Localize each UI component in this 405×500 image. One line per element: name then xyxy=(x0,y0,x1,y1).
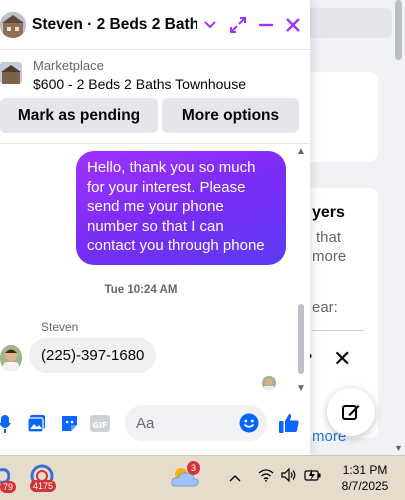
close-icon[interactable]: ✕ xyxy=(333,346,351,372)
background-text-line: that xyxy=(316,229,342,246)
gif-icon[interactable]: GIF xyxy=(90,414,110,433)
messages-scrollbar[interactable]: ▲ ▼ xyxy=(294,146,308,394)
chat-window: Steven · 2 Beds 2 Bath... Marketplace $6… xyxy=(0,0,310,455)
scrollbar-thumb[interactable] xyxy=(298,304,304,374)
scrollbar-thumb[interactable] xyxy=(395,0,402,60)
message-composer: GIF Aa xyxy=(0,400,310,448)
page-scrollbar[interactable]: ▼ xyxy=(392,0,405,455)
app-badge: 79 xyxy=(0,481,17,493)
message-input[interactable]: Aa xyxy=(125,405,267,441)
message-input-placeholder: Aa xyxy=(136,415,155,432)
chat-title[interactable]: Steven · 2 Beds 2 Bath... xyxy=(32,16,197,34)
background-heading: yers xyxy=(312,204,345,221)
weather-badge: 3 xyxy=(187,461,201,475)
background-card xyxy=(300,72,378,162)
volume-icon[interactable] xyxy=(281,467,297,487)
sender-avatar[interactable] xyxy=(0,345,22,371)
more-options-button[interactable]: More options xyxy=(162,98,299,133)
outgoing-message[interactable]: Hello, thank you so much for your intere… xyxy=(76,151,286,265)
listing-avatar xyxy=(0,11,26,38)
new-message-button[interactable] xyxy=(327,388,375,436)
clock-time: 1:31 PM xyxy=(342,463,388,477)
wifi-icon[interactable] xyxy=(258,468,274,487)
sender-name: Steven xyxy=(41,320,79,334)
svg-text:GIF: GIF xyxy=(92,421,107,430)
show-hidden-icons-chevron-icon[interactable] xyxy=(229,470,241,488)
listing-title: $600 - 2 Beds 2 Baths Townhouse xyxy=(33,76,247,92)
app-badge: 4175 xyxy=(30,480,57,492)
mark-as-pending-button[interactable]: Mark as pending xyxy=(0,98,158,133)
like-icon[interactable] xyxy=(278,412,300,434)
listing-label: Marketplace xyxy=(33,58,104,73)
divider xyxy=(0,143,310,144)
taskbar: 79 4175 3 1:31 PM 8/7/2025 xyxy=(0,455,405,500)
incoming-message[interactable]: (225)-397-1680 xyxy=(29,338,157,373)
photo-icon[interactable] xyxy=(27,414,46,433)
emoji-icon[interactable] xyxy=(239,413,259,433)
scroll-up-arrow-icon[interactable]: ▲ xyxy=(296,146,306,157)
compose-icon xyxy=(342,405,360,420)
chat-header[interactable]: Steven · 2 Beds 2 Bath... xyxy=(0,0,310,50)
divider xyxy=(312,330,364,331)
sticker-icon[interactable] xyxy=(60,414,79,433)
message-timestamp: Tue 10:24 AM xyxy=(104,284,178,296)
seen-avatar xyxy=(262,376,276,390)
system-clock[interactable]: 1:31 PM 8/7/2025 xyxy=(336,462,394,494)
marketplace-listing[interactable]: Marketplace $600 - 2 Beds 2 Baths Townho… xyxy=(0,54,310,94)
background-text-line: more xyxy=(312,248,347,265)
clock-date: 8/7/2025 xyxy=(341,479,389,493)
listing-thumbnail xyxy=(0,62,22,84)
chevron-down-icon[interactable] xyxy=(204,20,216,30)
minimize-icon[interactable] xyxy=(257,16,275,34)
scroll-down-arrow-icon[interactable]: ▼ xyxy=(296,383,306,394)
microphone-icon[interactable] xyxy=(0,414,12,434)
close-icon[interactable] xyxy=(284,16,302,34)
battery-icon[interactable] xyxy=(304,468,322,487)
background-text-line: ear: xyxy=(312,299,338,316)
scroll-down-arrow-icon[interactable]: ▼ xyxy=(394,443,403,453)
expand-icon[interactable] xyxy=(229,16,247,34)
background-search-pill[interactable] xyxy=(300,8,392,38)
